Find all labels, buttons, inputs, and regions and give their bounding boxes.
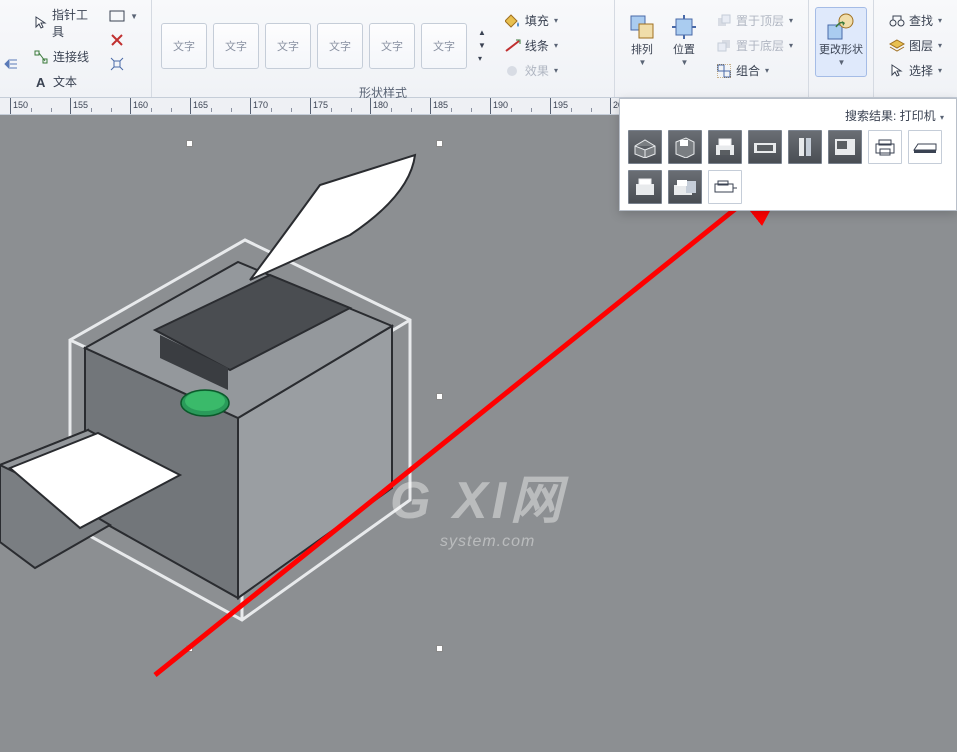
shape-style-option[interactable]: 文字 — [265, 23, 311, 69]
shape-style-option[interactable]: 文字 — [369, 23, 415, 69]
search-results-title: 搜索结果: 打印机 ▾ — [628, 105, 948, 130]
layers-label: 图层 — [909, 37, 933, 54]
position-button[interactable]: 位置▼ — [663, 7, 705, 82]
ribbon: 指针工具 连接线 A 文本 ▼ — [0, 0, 957, 98]
find-button[interactable]: 查找▾ — [884, 9, 947, 32]
connector-tool-button[interactable]: 连接线 — [28, 45, 102, 68]
shape-result-item[interactable] — [748, 130, 782, 164]
pointer-tool-button[interactable]: 指针工具 — [28, 3, 102, 43]
position-icon — [669, 12, 699, 42]
line-icon — [505, 38, 521, 54]
shape-result-item[interactable] — [908, 130, 942, 164]
fill-label: 填充 — [525, 12, 549, 29]
gallery-more-button[interactable]: ▾ — [474, 52, 490, 65]
rectangle-tool-button[interactable]: ▼ — [106, 5, 141, 27]
shape-results-grid — [628, 130, 948, 204]
shape-style-gallery[interactable]: 文字 文字 文字 文字 文字 文字 ▲ ▼ ▾ — [158, 3, 490, 82]
shape-style-option[interactable]: 文字 — [213, 23, 259, 69]
group-icon — [716, 63, 732, 79]
send-back-label: 置于底层 — [736, 37, 784, 54]
select-label: 选择 — [909, 62, 933, 79]
bring-to-front-button: 置于顶层▾ — [711, 9, 798, 32]
shape-result-item[interactable] — [708, 130, 742, 164]
binoculars-icon — [889, 13, 905, 29]
effect-icon — [505, 63, 521, 79]
shape-result-item[interactable] — [868, 130, 902, 164]
fill-button[interactable]: 填充▾ — [500, 9, 563, 32]
arrange-icon — [627, 12, 657, 42]
connector-icon — [33, 49, 49, 65]
shape-style-option[interactable]: 文字 — [421, 23, 467, 69]
search-results-panel: 搜索结果: 打印机 ▾ — [619, 98, 957, 211]
text-tool-label: 文本 — [53, 73, 77, 90]
shape-result-item[interactable] — [628, 170, 662, 204]
shape-result-item[interactable] — [828, 130, 862, 164]
change-shape-icon — [826, 12, 856, 42]
fill-icon — [505, 13, 521, 29]
line-label: 线条 — [525, 37, 549, 54]
send-back-icon — [716, 38, 732, 54]
layers-icon — [889, 38, 905, 54]
arrange-button[interactable]: 排列▼ — [621, 7, 663, 82]
shape-style-option[interactable]: 文字 — [317, 23, 363, 69]
printer-shape[interactable] — [0, 130, 450, 690]
group-button[interactable]: 组合▾ — [711, 59, 798, 82]
resize-tool-button[interactable] — [106, 53, 141, 75]
shape-style-option[interactable]: 文字 — [161, 23, 207, 69]
cursor-icon — [33, 15, 48, 31]
change-shape-button[interactable]: 更改形状▼ — [815, 7, 867, 77]
shape-result-item[interactable] — [668, 170, 702, 204]
send-to-back-button: 置于底层▾ — [711, 34, 798, 57]
gallery-down-button[interactable]: ▼ — [474, 39, 490, 52]
layers-button[interactable]: 图层▾ — [884, 34, 947, 57]
line-button[interactable]: 线条▾ — [500, 34, 563, 57]
rectangle-icon — [109, 8, 125, 24]
bring-front-label: 置于顶层 — [736, 12, 784, 29]
shape-result-item[interactable] — [668, 130, 702, 164]
group-label: 组合 — [736, 62, 760, 79]
gallery-up-button[interactable]: ▲ — [474, 26, 490, 39]
effect-button: 效果▾ — [500, 59, 563, 82]
find-label: 查找 — [909, 12, 933, 29]
pointer-tool-label: 指针工具 — [52, 6, 97, 40]
text-icon: A — [33, 74, 49, 90]
select-button[interactable]: 选择▾ — [884, 59, 947, 82]
x-tool-button[interactable] — [106, 29, 141, 51]
bring-front-icon — [716, 13, 732, 29]
watermark-text: G XI网 system.com — [390, 458, 566, 551]
shape-result-item[interactable] — [628, 130, 662, 164]
x-icon — [109, 32, 125, 48]
svg-text:A: A — [36, 75, 46, 89]
indent-left-button[interactable] — [2, 53, 20, 75]
resize-icon — [109, 56, 125, 72]
connector-tool-label: 连接线 — [53, 48, 89, 65]
select-icon — [889, 63, 905, 79]
text-tool-button[interactable]: A 文本 — [28, 70, 102, 93]
effect-label: 效果 — [525, 62, 549, 79]
shape-result-item[interactable] — [708, 170, 742, 204]
shape-result-item[interactable] — [788, 130, 822, 164]
